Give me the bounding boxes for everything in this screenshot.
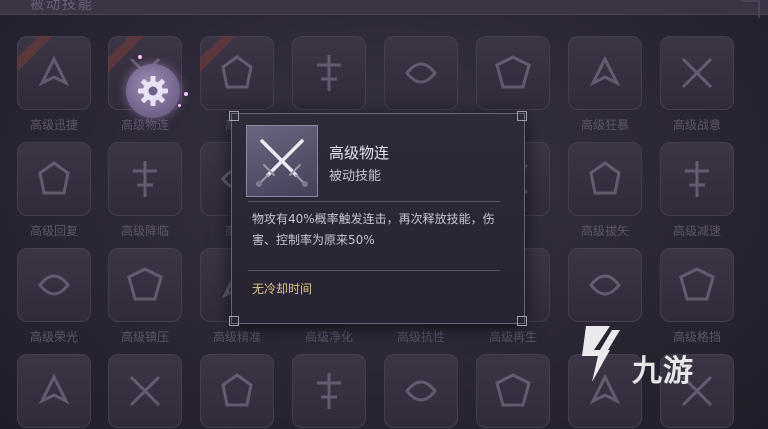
skill-slot-label: 高级拔矢: [580, 224, 629, 238]
corner-ribbon: [17, 36, 59, 78]
skill-slot[interactable]: [568, 142, 642, 216]
skill-slot-label: 高级减速: [672, 224, 721, 238]
skill-slot[interactable]: [17, 142, 91, 216]
skill-slot-label: 高级精准: [212, 330, 261, 344]
settings-gear-button[interactable]: [126, 64, 180, 118]
corner-ornament-icon: [229, 111, 239, 121]
skill-slot-label: 高级净化: [304, 330, 353, 344]
crossbow-icon: [589, 161, 621, 195]
hood-icon: [405, 380, 437, 402]
helmet-icon: [129, 375, 161, 407]
skill-icon-frame: [246, 125, 318, 197]
corner-ornament-icon: [517, 316, 527, 326]
heart-emblem-icon: [317, 373, 341, 409]
axe-icon: [405, 62, 437, 84]
skill-slot[interactable]: [292, 36, 366, 110]
skill-slot[interactable]: [17, 36, 91, 110]
skill-tooltip: 高级物连 被动技能 物攻有40%概率触发连击，再次释放技能，伤害、控制率为原来5…: [229, 111, 527, 326]
skill-slot[interactable]: [660, 142, 734, 216]
sword-shield-icon: [317, 55, 341, 91]
skill-slot-label: 高级荣光: [29, 330, 78, 344]
crossed-blades-icon: [38, 373, 70, 405]
skill-slot[interactable]: [200, 354, 274, 428]
boot-icon: [685, 161, 709, 197]
watermark-text: 九游: [632, 354, 694, 389]
skill-name: 高级物连: [329, 144, 390, 162]
skill-slot-label: 高级狂暴: [580, 118, 629, 132]
skill-slot[interactable]: [384, 36, 458, 110]
sparkle-icon: [178, 104, 181, 107]
skill-slot-label: 高级回复: [29, 224, 78, 238]
skill-slot[interactable]: [200, 36, 274, 110]
skill-slot-label: 高级降临: [120, 224, 169, 238]
skill-type: 被动技能: [329, 169, 382, 184]
crest-icon: [38, 274, 70, 296]
skill-slot[interactable]: [476, 36, 550, 110]
skill-description: 物攻有40%概率触发连击，再次释放技能，伤害、控制率为原来50%: [252, 212, 495, 247]
tower-icon: [495, 373, 531, 407]
skill-slot[interactable]: [660, 248, 734, 322]
skill-slot[interactable]: [108, 142, 182, 216]
divider: [248, 270, 500, 271]
skill-slot-label: 高级物连: [120, 118, 169, 132]
gear-icon: [138, 76, 168, 106]
sparkle-icon: [138, 55, 142, 59]
skill-slot[interactable]: [476, 354, 550, 428]
game-screen: 被动技能 高级迅捷高级物连高级高级狂暴高级战意高级回复高级降临高级击高级拔矢高级…: [0, 0, 768, 429]
wings-icon: [681, 57, 713, 89]
double-axe-icon: [589, 55, 621, 87]
skill-slot[interactable]: [384, 354, 458, 428]
skull-icon: [133, 161, 157, 197]
cross-shield-icon: [679, 267, 715, 301]
knight-icon: [221, 373, 253, 407]
sparkle-icon: [184, 92, 188, 96]
skill-slot-label: 高级战意: [672, 118, 721, 132]
skill-slot[interactable]: [568, 36, 642, 110]
skill-slot[interactable]: [292, 354, 366, 428]
skill-slot-label: 高级镇压: [120, 330, 169, 344]
crossed-swords-icon: [256, 139, 308, 187]
skill-slot[interactable]: [17, 248, 91, 322]
cooldown-text: 无冷却时间: [252, 282, 313, 296]
clover-icon: [589, 274, 621, 296]
skill-slot[interactable]: [17, 354, 91, 428]
shield-icon: [38, 161, 70, 195]
skill-slot-label: 高级迅捷: [29, 118, 78, 132]
corner-ornament-icon: [517, 111, 527, 121]
corner-ribbon: [200, 36, 242, 78]
skill-slot[interactable]: [568, 248, 642, 322]
skill-slot[interactable]: [660, 36, 734, 110]
demon-icon: [495, 55, 531, 89]
skill-slot-label: 高级抗性: [396, 330, 445, 344]
skill-slot[interactable]: [108, 354, 182, 428]
corner-ornament-icon: [229, 316, 239, 326]
skill-slot[interactable]: [108, 248, 182, 322]
divider: [248, 201, 500, 202]
hammer-icon: [127, 267, 163, 301]
skill-slot-label: 高级再生: [488, 330, 537, 344]
